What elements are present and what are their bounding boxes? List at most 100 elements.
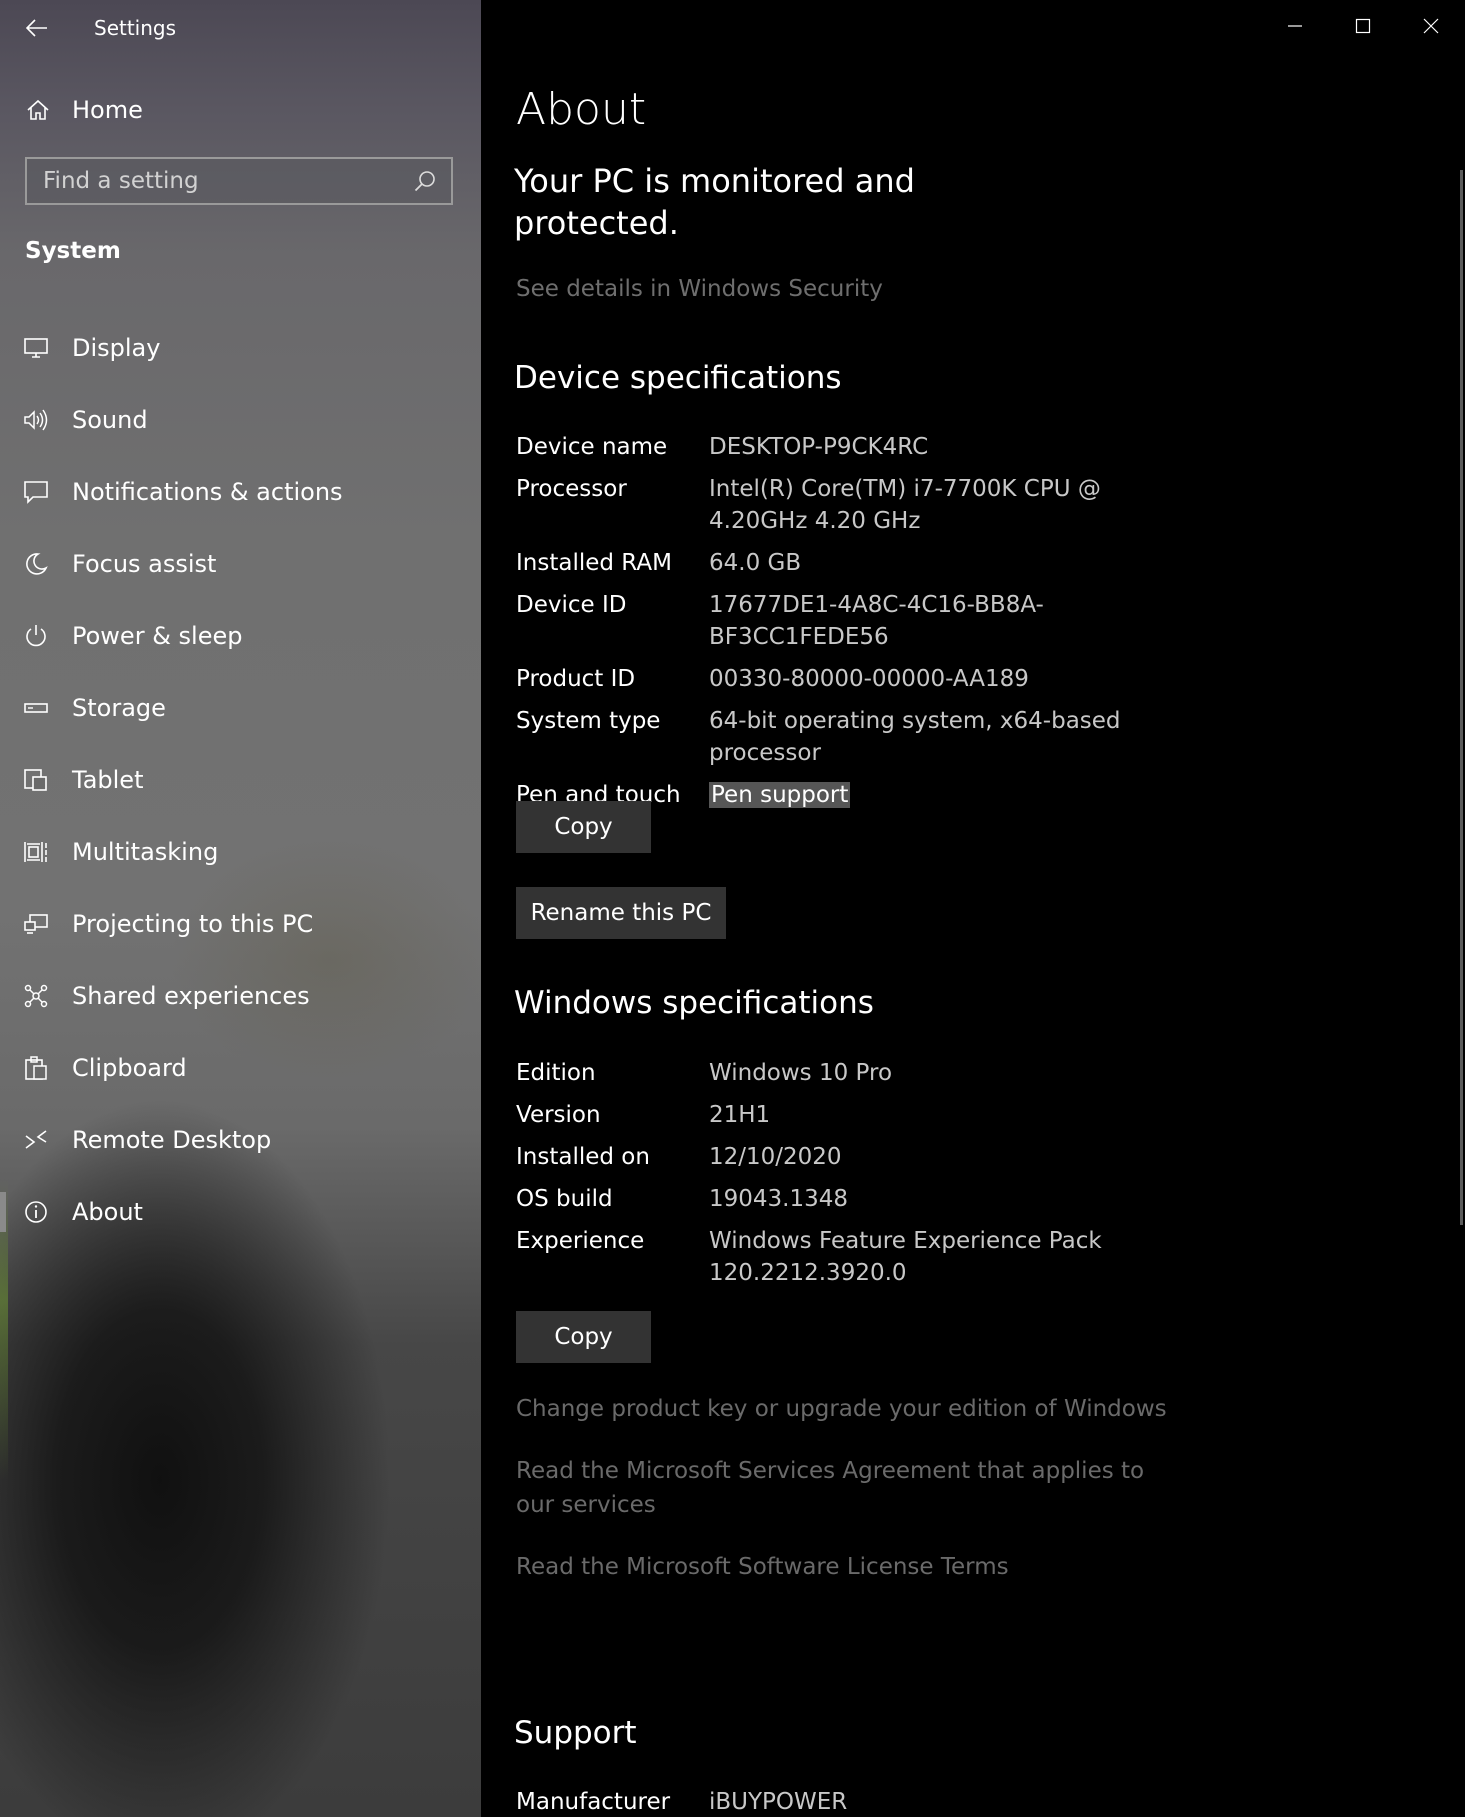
sidebar-item-label: Storage — [72, 694, 166, 722]
sidebar-item-label: Display — [72, 334, 161, 362]
spec-label: Product ID — [516, 666, 636, 692]
spec-label: Device ID — [516, 592, 627, 618]
back-arrow-icon — [26, 19, 47, 37]
spec-value: 21H1 — [709, 1102, 771, 1128]
close-icon — [1423, 18, 1439, 34]
spec-label: Installed on — [516, 1144, 650, 1170]
sidebar-item-multitasking[interactable]: Multitasking — [0, 816, 481, 888]
spec-value: Intel(R) Core(TM) i7-7700K CPU @ 4.20GHz… — [709, 476, 1101, 534]
background-blur-accent — [0, 1180, 8, 1780]
spec-value: 19043.1348 — [709, 1186, 849, 1212]
settings-window: Settings Home Find a setting System Disp… — [0, 0, 1465, 1817]
sidebar-item-about[interactable]: About — [0, 1176, 481, 1248]
device-specs-table: Device name DESKTOP-P9CK4RC Processor In… — [516, 431, 1336, 821]
spec-value: Windows 10 Pro — [709, 1060, 893, 1086]
sidebar-item-remote-desktop[interactable]: Remote Desktop — [0, 1104, 481, 1176]
support-heading: Support — [514, 1715, 637, 1751]
spec-value: Windows Feature Experience Pack 120.2212… — [709, 1228, 1102, 1286]
vertical-scrollbar[interactable] — [1460, 170, 1463, 1225]
maximize-button[interactable] — [1329, 0, 1397, 52]
sidebar-item-label: Shared experiences — [72, 982, 310, 1010]
spec-row-manufacturer: Manufacturer iBUYPOWER — [516, 1786, 1336, 1817]
minimize-icon — [1288, 25, 1302, 27]
minimize-button[interactable] — [1261, 0, 1329, 52]
spec-label: Manufacturer — [516, 1789, 671, 1815]
sidebar-item-notifications[interactable]: Notifications & actions — [0, 456, 481, 528]
home-icon — [24, 96, 52, 124]
spec-value: iBUYPOWER — [709, 1789, 848, 1815]
search-input[interactable]: Find a setting — [25, 157, 453, 205]
spec-label: Processor — [516, 476, 627, 502]
spec-row-device-name: Device name DESKTOP-P9CK4RC — [516, 431, 1336, 463]
search-placeholder: Find a setting — [43, 168, 199, 194]
spec-value: Pen support — [709, 779, 1189, 811]
sidebar-item-shared-experiences[interactable]: Shared experiences — [0, 960, 481, 1032]
sidebar-item-label: Focus assist — [72, 550, 217, 578]
tablet-icon — [22, 766, 50, 794]
spec-row-system-type: System type 64-bit operating system, x64… — [516, 705, 1336, 769]
section-label-system: System — [25, 238, 121, 264]
sidebar-item-storage[interactable]: Storage — [0, 672, 481, 744]
notification-icon — [22, 478, 50, 506]
monitor-icon — [22, 334, 50, 362]
spec-row-experience: Experience Windows Feature Experience Pa… — [516, 1225, 1336, 1289]
sidebar: Settings Home Find a setting System Disp… — [0, 0, 481, 1817]
pen-support-value: Pen support — [709, 782, 851, 808]
copy-windows-specs-button[interactable]: Copy — [516, 1311, 651, 1363]
remote-desktop-icon — [22, 1126, 50, 1154]
close-button[interactable] — [1397, 0, 1465, 52]
spec-label: Version — [516, 1102, 601, 1128]
nav-list: Display Sound Notifications & actions Fo… — [0, 312, 481, 1248]
sidebar-item-label: Projecting to this PC — [72, 910, 314, 938]
services-agreement-link[interactable]: Read the Microsoft Services Agreement th… — [516, 1454, 1176, 1522]
license-terms-link[interactable]: Read the Microsoft Software License Term… — [516, 1550, 1196, 1584]
sidebar-item-clipboard[interactable]: Clipboard — [0, 1032, 481, 1104]
spec-label: Installed RAM — [516, 550, 672, 576]
moon-icon — [22, 550, 50, 578]
main-pane: About Your PC is monitored and protected… — [481, 0, 1465, 1817]
app-title: Settings — [94, 16, 177, 40]
speaker-icon — [22, 406, 50, 434]
spec-row-installed-on: Installed on 12/10/2020 — [516, 1141, 1336, 1173]
spec-label: OS build — [516, 1186, 613, 1212]
caption-buttons — [1261, 0, 1465, 52]
rename-pc-button[interactable]: Rename this PC — [516, 887, 726, 939]
page-title: About — [516, 84, 647, 135]
sidebar-item-label: Remote Desktop — [72, 1126, 272, 1154]
spec-label: Edition — [516, 1060, 596, 1086]
power-icon — [22, 622, 50, 650]
spec-value: 00330-80000-00000-AA189 — [709, 666, 1029, 692]
change-product-key-link[interactable]: Change product key or upgrade your editi… — [516, 1392, 1196, 1426]
spec-row-processor: Processor Intel(R) Core(TM) i7-7700K CPU… — [516, 473, 1336, 537]
sidebar-item-focus-assist[interactable]: Focus assist — [0, 528, 481, 600]
spec-row-device-id: Device ID 17677DE1-4A8C-4C16-BB8A-BF3CC1… — [516, 589, 1336, 653]
windows-specs-heading: Windows specifications — [514, 985, 874, 1021]
sidebar-item-label: Clipboard — [72, 1054, 187, 1082]
multitasking-icon — [22, 838, 50, 866]
spec-value: DESKTOP-P9CK4RC — [709, 434, 929, 460]
spec-label: Device name — [516, 434, 668, 460]
device-specs-heading: Device specifications — [514, 360, 842, 396]
windows-security-link[interactable]: See details in Windows Security — [516, 276, 883, 302]
title-bar: Settings — [0, 0, 481, 56]
info-icon — [22, 1198, 50, 1226]
copy-device-specs-button[interactable]: Copy — [516, 801, 651, 853]
sidebar-item-tablet[interactable]: Tablet — [0, 744, 481, 816]
sidebar-item-sound[interactable]: Sound — [0, 384, 481, 456]
spec-value: 12/10/2020 — [709, 1144, 842, 1170]
spec-row-edition: Edition Windows 10 Pro — [516, 1057, 1336, 1089]
sidebar-item-label: Notifications & actions — [72, 478, 343, 506]
sidebar-item-label: About — [72, 1198, 143, 1226]
back-button[interactable] — [0, 0, 74, 56]
search-icon[interactable] — [411, 167, 439, 195]
spec-value: 17677DE1-4A8C-4C16-BB8A-BF3CC1FEDE56 — [709, 592, 1044, 650]
sidebar-item-power-sleep[interactable]: Power & sleep — [0, 600, 481, 672]
sidebar-item-projecting[interactable]: Projecting to this PC — [0, 888, 481, 960]
spec-label: Experience — [516, 1228, 645, 1254]
protection-status-text: Your PC is monitored and protected. — [514, 162, 915, 242]
sidebar-item-label: Tablet — [72, 766, 144, 794]
nav-home[interactable]: Home — [0, 82, 481, 138]
sidebar-item-display[interactable]: Display — [0, 312, 481, 384]
sidebar-item-label: Sound — [72, 406, 148, 434]
spec-value: 64-bit operating system, x64-based proce… — [709, 708, 1121, 766]
